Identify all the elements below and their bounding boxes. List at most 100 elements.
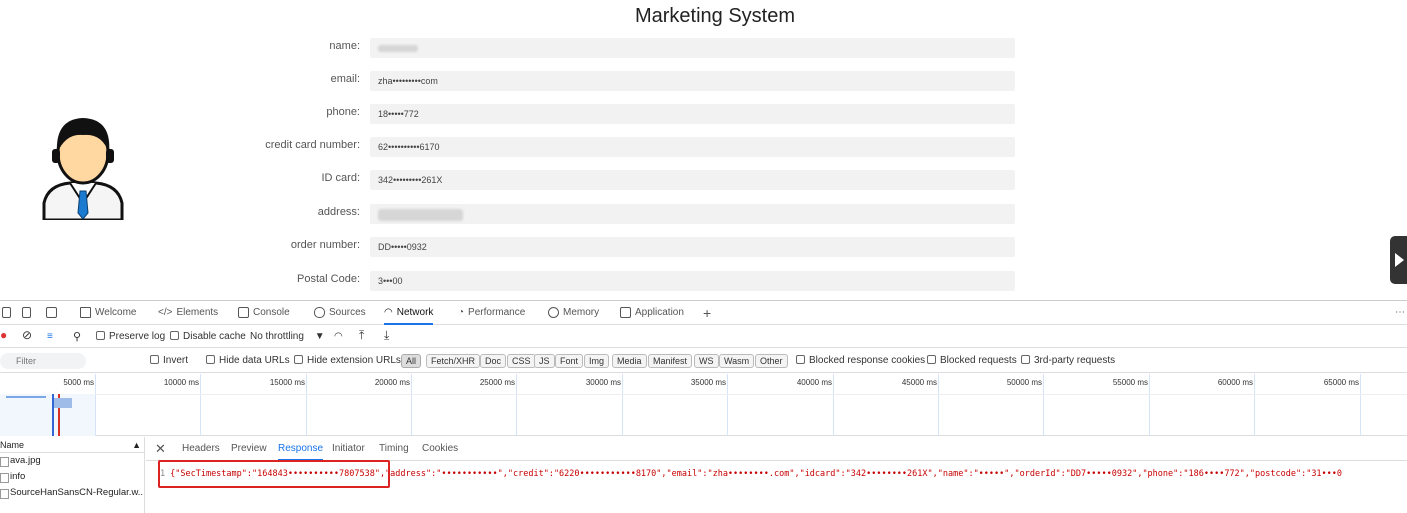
postal-code-field[interactable]: 3•••00 xyxy=(370,271,1015,291)
postal-code-label: Postal Code: xyxy=(297,273,360,285)
marketing-page: Marketing System name: email: zha•••••••… xyxy=(0,0,1407,300)
request-item[interactable]: SourceHanSansCN-Regular.w... xyxy=(0,485,144,501)
timeline-tick: 45000 ms xyxy=(901,378,937,387)
field-row-order-number: order number: DD•••••0932 xyxy=(0,237,1020,257)
field-row-address: address: xyxy=(0,204,1020,224)
request-list-header[interactable]: Name ▲ xyxy=(0,437,144,453)
tab-cookies[interactable]: Cookies xyxy=(422,437,458,461)
id-card-label: ID card: xyxy=(321,172,360,184)
home-icon xyxy=(80,306,91,318)
device-toolbar-icon[interactable] xyxy=(2,301,15,325)
filter-type-js[interactable]: JS xyxy=(534,354,555,368)
response-json-text: "address":"•••••••••••","credit":"6220••… xyxy=(385,469,1343,479)
filter-type-css[interactable]: CSS xyxy=(507,354,536,368)
tab-application[interactable]: Application xyxy=(620,301,684,325)
timeline-tick: 50000 ms xyxy=(1006,378,1042,387)
memory-icon xyxy=(548,306,559,318)
gauge-icon: ◔ xyxy=(458,307,465,318)
record-icon[interactable]: ● xyxy=(0,328,7,342)
tab-sources[interactable]: Sources xyxy=(314,301,366,325)
tab-preview[interactable]: Preview xyxy=(231,437,267,461)
request-item[interactable]: info xyxy=(0,469,144,485)
filter-type-manifest[interactable]: Manifest xyxy=(648,354,693,368)
tab-performance[interactable]: ◔ Performance xyxy=(458,301,525,325)
dock-icon[interactable] xyxy=(46,301,61,325)
filter-input[interactable]: Filter xyxy=(0,353,86,369)
tab-console[interactable]: Console xyxy=(238,301,290,325)
disable-cache-checkbox[interactable]: Disable cache xyxy=(170,330,246,344)
email-label: email: xyxy=(330,73,360,85)
filter-type-all[interactable]: All xyxy=(401,354,422,368)
name-field[interactable] xyxy=(370,38,1015,58)
filter-type-ws[interactable]: WS xyxy=(694,354,719,368)
blocked-cookies-checkbox[interactable]: Blocked response cookies xyxy=(796,354,925,368)
side-play-button[interactable] xyxy=(1390,236,1407,284)
application-icon xyxy=(620,306,631,318)
timeline-tick: 25000 ms xyxy=(479,378,515,387)
request-item[interactable]: ava.jpg xyxy=(0,453,144,469)
preserve-log-checkbox[interactable]: Preserve log xyxy=(96,330,165,344)
phone-field[interactable]: 18•••••772 xyxy=(370,104,1015,124)
hide-extension-urls-checkbox[interactable]: Hide extension URLs xyxy=(294,354,401,368)
blocked-requests-checkbox[interactable]: Blocked requests xyxy=(927,354,1017,368)
timeline-tick: 60000 ms xyxy=(1217,378,1253,387)
hide-data-urls-checkbox[interactable]: Hide data URLs xyxy=(206,354,290,368)
search-icon[interactable]: ⚲ xyxy=(73,330,81,344)
timeline-tick: 35000 ms xyxy=(690,378,726,387)
console-icon xyxy=(238,306,249,318)
tab-network[interactable]: ◠ Network xyxy=(384,301,434,325)
sort-arrow-icon: ▲ xyxy=(132,440,141,450)
timeline-tick: 65000 ms xyxy=(1323,378,1359,387)
tab-initiator[interactable]: Initiator xyxy=(332,437,365,461)
sources-icon xyxy=(314,306,325,318)
credit-card-label: credit card number: xyxy=(265,139,360,151)
tab-timing[interactable]: Timing xyxy=(379,437,409,461)
close-icon[interactable]: ✕ xyxy=(155,437,166,461)
upload-icon[interactable]: ⤒ xyxy=(359,328,364,342)
filter-type-img[interactable]: Img xyxy=(584,354,610,368)
address-field[interactable] xyxy=(370,204,1015,224)
filter-type-font[interactable]: Font xyxy=(555,354,584,368)
page-title: Marketing System xyxy=(634,5,796,27)
timeline-tick: 5000 ms xyxy=(63,378,94,387)
download-icon[interactable]: ⤓ xyxy=(384,328,389,342)
timeline-overview xyxy=(0,394,95,436)
inspect-icon[interactable] xyxy=(22,301,35,325)
order-number-field[interactable]: DD•••••0932 xyxy=(370,237,1015,257)
credit-card-field[interactable]: 62••••••••••6170 xyxy=(370,137,1015,157)
third-party-checkbox[interactable]: 3rd-party requests xyxy=(1021,354,1115,368)
tab-elements[interactable]: </> Elements xyxy=(158,301,218,325)
timeline-tick: 55000 ms xyxy=(1112,378,1148,387)
email-field[interactable]: zha•••••••••com xyxy=(370,71,1015,91)
throttling-select[interactable]: No throttling ▼ xyxy=(250,330,325,344)
tab-headers[interactable]: Headers xyxy=(182,437,220,461)
add-tab-button[interactable]: + xyxy=(703,301,711,325)
field-row-phone: phone: 18•••••772 xyxy=(0,104,1020,124)
invert-checkbox[interactable]: Invert xyxy=(150,354,188,368)
filter-funnel-icon[interactable]: ≡ xyxy=(47,330,53,344)
filter-type-other[interactable]: Other xyxy=(755,354,788,368)
annotation-highlight-box xyxy=(158,460,390,488)
more-menu-icon[interactable]: ⋯ xyxy=(1395,301,1405,325)
clear-icon[interactable]: ⊘ xyxy=(22,328,32,342)
network-conditions-icon[interactable]: ◠ xyxy=(334,330,343,344)
filter-type-wasm[interactable]: Wasm xyxy=(719,354,755,368)
network-toolbar: ● ⊘ ≡ ⚲ Preserve log Disable cache No th… xyxy=(0,326,1407,348)
request-list: Name ▲ ava.jpg info SourceHanSansCN-Regul… xyxy=(0,437,145,513)
id-card-field[interactable]: 342•••••••••261X xyxy=(370,170,1015,190)
timeline-tick: 30000 ms xyxy=(585,378,621,387)
filter-type-media[interactable]: Media xyxy=(612,354,647,368)
field-row-credit-card: credit card number: 62••••••••••6170 xyxy=(0,137,1020,157)
detail-tabbar: ✕ Headers Preview Response Initiator Tim… xyxy=(146,437,1407,461)
dropdown-arrow-icon: ▼ xyxy=(314,331,325,342)
filter-type-doc[interactable]: Doc xyxy=(480,354,507,368)
name-label: name: xyxy=(329,40,360,52)
tab-memory[interactable]: Memory xyxy=(548,301,599,325)
timeline-tick: 15000 ms xyxy=(269,378,305,387)
filter-type-fetch-xhr[interactable]: Fetch/XHR xyxy=(426,354,481,368)
network-timeline[interactable]: 5000 ms 10000 ms 15000 ms 20000 ms 25000… xyxy=(0,374,1407,436)
tab-welcome[interactable]: Welcome xyxy=(80,301,137,325)
address-label: address: xyxy=(317,206,360,218)
tab-response[interactable]: Response xyxy=(278,437,324,461)
phone-label: phone: xyxy=(326,106,360,118)
